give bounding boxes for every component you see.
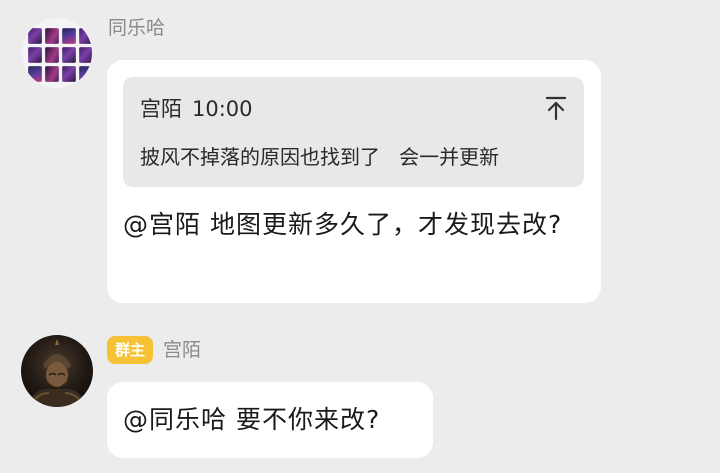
avatar-tile (79, 28, 92, 44)
sender-name[interactable]: 同乐哈 (108, 15, 165, 41)
avatar-tile (79, 47, 92, 63)
avatar-tile (28, 66, 42, 82)
message-text: @宫陌 地图更新多久了，才发现去改? (123, 210, 563, 239)
avatar-tile (28, 47, 42, 63)
quote-header: 宫陌 10:00 (140, 95, 253, 123)
jump-to-top-icon[interactable] (544, 95, 568, 121)
avatar-tile (62, 28, 76, 44)
avatar-tile (28, 28, 42, 44)
quote-time: 10:00 (192, 97, 253, 121)
warrior-portrait-icon (27, 339, 87, 407)
sender-row: 群主 宫陌 (107, 335, 201, 365)
sender-name[interactable]: 宫陌 (163, 337, 201, 363)
message-text: @同乐哈 要不你来改? (123, 405, 381, 434)
avatar-tile (45, 28, 59, 44)
avatar-tile (62, 47, 76, 63)
quoted-message[interactable]: 宫陌 10:00 披风不掉落的原因也找到了 会一并更新 (123, 77, 584, 187)
avatar-tile (45, 47, 59, 63)
avatar-tile (45, 66, 59, 82)
message-bubble[interactable]: 宫陌 10:00 披风不掉落的原因也找到了 会一并更新 @宫陌 地图更新多久了，才… (107, 60, 601, 303)
avatar[interactable] (22, 18, 92, 88)
owner-badge: 群主 (107, 336, 154, 364)
avatar-tile (79, 66, 92, 82)
quote-text: 披风不掉落的原因也找到了 会一并更新 (140, 145, 500, 169)
quote-author: 宫陌 (140, 97, 182, 121)
avatar-tile (62, 66, 76, 82)
message-bubble[interactable]: @同乐哈 要不你来改? (107, 382, 433, 458)
avatar[interactable] (21, 335, 93, 407)
